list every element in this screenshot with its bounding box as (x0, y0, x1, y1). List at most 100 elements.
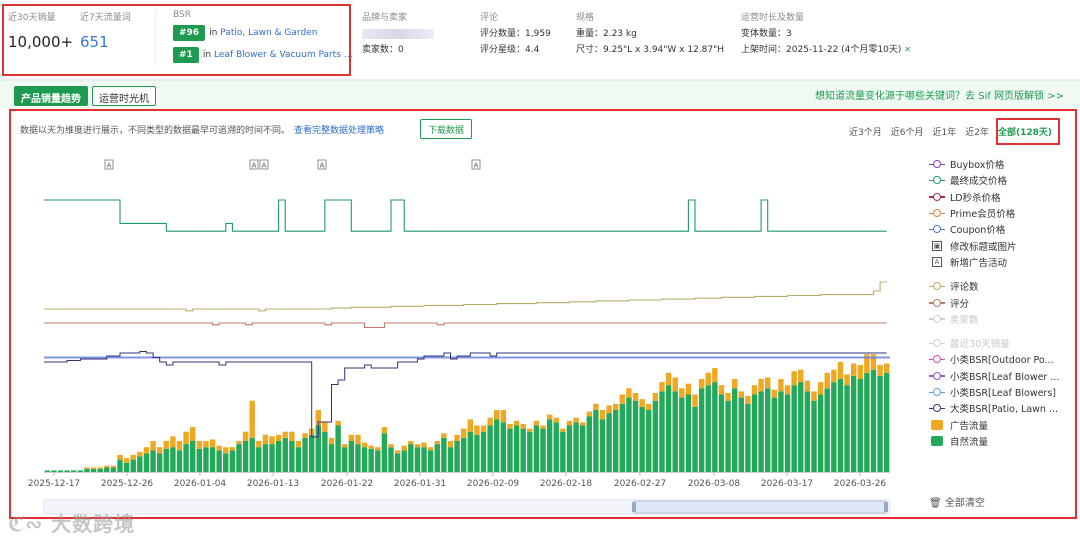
organic-traffic-bar (765, 388, 771, 472)
ad-traffic-bar (745, 396, 751, 404)
ad-traffic-bar (381, 427, 388, 434)
organic-traffic-bar (209, 447, 216, 472)
x-tick-label: 2026-03-26 (834, 479, 887, 489)
organic-traffic-bar (606, 413, 612, 472)
legend-item[interactable]: Prime会员价格 (929, 205, 1074, 221)
legend-item[interactable]: 大类BSR[Patio, Lawn ... (929, 400, 1074, 416)
legend-line-icon (929, 387, 945, 397)
ad-traffic-bar (705, 372, 711, 386)
ad-traffic-bar (758, 379, 764, 392)
range-6m[interactable]: 近6个月 (891, 125, 924, 138)
organic-traffic-bar (850, 375, 857, 472)
ad-traffic-bar (520, 423, 526, 429)
legend-item[interactable]: 小类BSR[Leaf Blowers] (929, 384, 1074, 400)
legend-item[interactable]: 小类BSR[Leaf Blower ... (929, 368, 1074, 384)
seller-count: 卖家数：0 (362, 45, 404, 55)
x-tick-label: 2026-01-13 (247, 479, 299, 489)
organic-traffic-bar (487, 425, 493, 472)
legend-item[interactable]: 最近30天销量 (929, 335, 1074, 351)
organic-traffic-bar (414, 447, 421, 472)
ad-traffic-bar (731, 379, 738, 389)
clear-all-button[interactable]: 🗑 全部清空 (929, 494, 985, 509)
legend-item[interactable]: A 新增广告活动 (929, 254, 1074, 270)
range-1y[interactable]: 近1年 (933, 125, 957, 138)
legend-item[interactable]: 最终成交价格 (929, 172, 1074, 188)
download-button[interactable]: 下载数据 (420, 119, 473, 139)
legend-item[interactable]: 评论数 (929, 278, 1074, 294)
ad-traffic-bar (150, 441, 156, 451)
legend-item[interactable]: 小类BSR[Outdoor Po... (929, 351, 1074, 367)
legend-item[interactable]: 卖家数 (929, 311, 1074, 327)
data-note-text: 数据以天为维度进行展示，不同类型的数据最早可追溯的时间不同。 (20, 126, 291, 136)
highlight-box-summary (2, 4, 351, 76)
x-tick-label: 2026-02-09 (467, 479, 520, 489)
organic-traffic-bar (467, 431, 474, 472)
ad-traffic-bar (408, 441, 414, 445)
ad-traffic-bar (527, 428, 533, 432)
range-scroller[interactable] (43, 499, 891, 515)
legend-item[interactable]: Buybox价格 (929, 156, 1074, 172)
review-count-line (44, 281, 887, 312)
policy-link[interactable]: 查看完整数据处理策略 (294, 126, 384, 136)
organic-traffic-bar (712, 382, 718, 472)
organic-traffic-bar (242, 441, 249, 472)
range-2y[interactable]: 近2年 (965, 125, 989, 138)
ad-event-marker-label: A (252, 162, 257, 170)
legend-line-icon (929, 224, 945, 234)
legend-item[interactable]: 自然流量 (929, 433, 1074, 449)
ad-traffic-bar (599, 410, 606, 420)
chart-legend: Buybox价格 最终成交价格 LD秒杀价格 Prime会员价格 Coupon价格 ▣ 修改… (929, 156, 1074, 449)
organic-traffic-bar (223, 453, 229, 472)
ad-traffic-bar (137, 451, 143, 457)
ad-traffic-bar (877, 365, 883, 376)
organic-traffic-bar (619, 403, 626, 472)
ad-traffic-bar (857, 365, 863, 379)
legend-label: LD秒杀价格 (950, 192, 1001, 204)
legend-item[interactable]: LD秒杀价格 (929, 189, 1074, 205)
x-tick-label: 2026-02-27 (614, 479, 666, 489)
legend-item[interactable]: 广告流量 (929, 416, 1074, 432)
organic-traffic-bar (355, 444, 361, 472)
organic-traffic-bar (857, 379, 863, 472)
legend-label: 新增广告活动 (950, 257, 1008, 269)
ad-traffic-bar (190, 427, 196, 441)
legend-label: 小类BSR[Leaf Blowers] (950, 388, 1056, 399)
ad-traffic-bar (698, 379, 705, 389)
keyword-unlock-link[interactable]: 想知道流量变化源于哪些关键词？去 Sif 网页版解锁 >> (815, 87, 1064, 102)
ad-traffic-bar (388, 444, 394, 448)
organic-traffic-bar (77, 470, 84, 472)
range-3m[interactable]: 近3个月 (849, 125, 882, 138)
x-tick-label: 2025-12-17 (28, 479, 80, 489)
organic-traffic-bar (302, 437, 308, 472)
image-icon: ▣ (932, 240, 942, 251)
ad-traffic-bar (500, 410, 507, 423)
legend-item[interactable]: ▣ 修改标题或图片 (929, 237, 1074, 253)
watermark-logo-icon: ℭ∾ (8, 512, 52, 536)
final-price-line (44, 199, 887, 232)
organic-traffic-bar (328, 444, 335, 472)
ad-traffic-bar (646, 403, 652, 410)
brand-label: 品牌与卖家 (362, 13, 408, 23)
ad-traffic-bar (844, 374, 850, 386)
specs: 规格 重量：2.23 kg 尺寸：9.25"L x 3.94"W x 12.87… (576, 10, 724, 58)
ad-traffic-bar (606, 405, 612, 414)
organic-traffic-bar (335, 425, 341, 472)
organic-traffic-bar (804, 391, 811, 472)
legend-square-icon (929, 435, 945, 446)
organic-traffic-bar (613, 410, 619, 472)
organic-traffic-bar (652, 400, 659, 472)
ad-traffic-bar (368, 445, 374, 449)
organic-traffic-bar (698, 388, 705, 472)
ad-traffic-bar (401, 445, 407, 451)
organic-traffic-bar (249, 437, 255, 472)
tab-sales-trend[interactable]: 产品销量趋势 (14, 86, 88, 106)
x-tick-label: 2025-12-26 (101, 479, 154, 489)
legend-item[interactable]: 评分 (929, 294, 1074, 310)
sales-trend-chart: AAAAA 2025-12-17 2025-12-26 2026-01-04 2026… (28, 159, 891, 515)
ad-traffic-bar (223, 447, 229, 454)
legend-item[interactable]: Coupon价格 (929, 221, 1074, 237)
ad-traffic-bar (196, 441, 203, 449)
organic-traffic-bar (401, 450, 407, 472)
tab-time-machine[interactable]: 运营时光机 (92, 86, 156, 106)
organic-traffic-bar (520, 428, 526, 472)
